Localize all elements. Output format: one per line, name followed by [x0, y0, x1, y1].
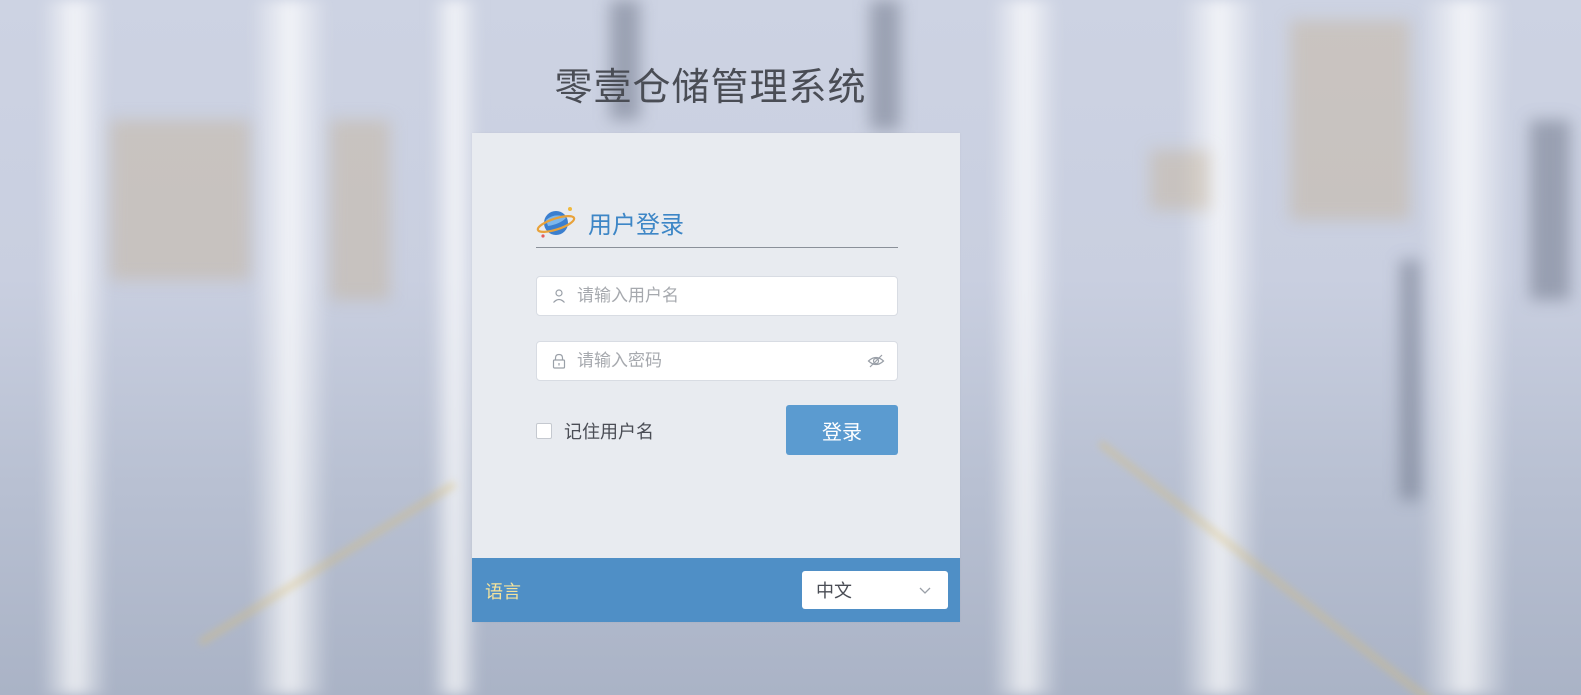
username-input[interactable]	[577, 281, 897, 311]
username-field[interactable]	[536, 276, 898, 316]
language-label: 语言	[485, 582, 521, 603]
eye-off-icon[interactable]	[867, 352, 885, 370]
language-bar: 语言 中文	[472, 558, 960, 622]
chevron-down-icon	[919, 587, 931, 594]
password-field[interactable]	[536, 341, 898, 381]
language-value: 中文	[816, 581, 852, 602]
remember-label: 记住用户名	[564, 422, 654, 443]
app-title: 零壹仓储管理系统	[554, 65, 867, 109]
lock-icon	[552, 353, 566, 369]
remember-username[interactable]: 记住用户名	[536, 418, 654, 444]
planet-icon	[536, 207, 576, 238]
login-button[interactable]: 登录	[786, 405, 898, 455]
language-select[interactable]: 中文	[802, 571, 948, 609]
login-heading: 用户登录	[588, 210, 684, 239]
login-panel: 用户登录 记住用户名 登录 语言 中文	[472, 133, 960, 622]
login-header: 用户登录	[536, 197, 898, 248]
remember-checkbox[interactable]	[536, 423, 552, 439]
password-input[interactable]	[577, 346, 867, 376]
user-icon	[553, 289, 565, 303]
